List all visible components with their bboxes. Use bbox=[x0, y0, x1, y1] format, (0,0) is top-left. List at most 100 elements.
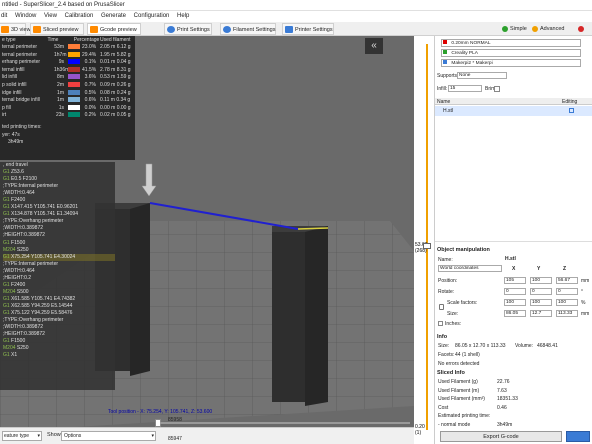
vertical-slider-track[interactable] bbox=[426, 44, 428, 430]
scale-x-input[interactable]: 100 bbox=[504, 299, 526, 306]
collapse-sidebar-icon[interactable]: « bbox=[365, 38, 383, 54]
edit-icon[interactable] bbox=[569, 108, 574, 113]
bottom-bar: eature type ▾ Show Options ▾ 85947 bbox=[0, 427, 414, 444]
size-z-input[interactable]: 113.33 bbox=[556, 310, 578, 317]
size-x-input[interactable]: 86.05 bbox=[504, 310, 526, 317]
show-label: Show bbox=[47, 432, 61, 438]
legend-color-swatch bbox=[68, 51, 80, 57]
position-y-input[interactable]: 100 bbox=[530, 277, 552, 284]
object-list-row[interactable]: H.stl bbox=[435, 106, 592, 116]
menu-calibration[interactable]: Calibration bbox=[65, 13, 94, 19]
gcode-line: ;TYPE:Internal perimeter bbox=[3, 261, 115, 268]
gcode-comment: ;WIDTH:0.389872 bbox=[3, 324, 44, 331]
send-to-printer-button[interactable] bbox=[566, 431, 590, 442]
print-preset-select[interactable]: 0.20mm NORMAL bbox=[441, 39, 581, 47]
filament-preset-select[interactable]: Creality PLA bbox=[441, 49, 581, 57]
legend-row[interactable]: p fill 1s 0.0% 0.00 m 0.00 g bbox=[0, 104, 135, 113]
tab-print-settings[interactable]: Print Settings bbox=[164, 23, 212, 35]
legend-feature-type: p solid infill bbox=[2, 81, 27, 88]
right-sidebar: 0.20mm NORMAL Creality PLA Makerpi2 * Ma… bbox=[434, 36, 592, 444]
cube-icon bbox=[1, 26, 9, 33]
gcode-comment: ;TYPE:Internal perimeter bbox=[3, 183, 59, 190]
chevron-down-icon: ▾ bbox=[37, 433, 40, 439]
legend-row[interactable]: lid infill 8m 3.6% 0.53 m 1.59 g bbox=[0, 74, 135, 82]
legend-row[interactable]: ternal infill 1h36m 41.5% 2.78 m 8.31 g bbox=[0, 66, 135, 75]
supports-select[interactable]: None bbox=[457, 72, 507, 79]
scale-unit: % bbox=[581, 300, 586, 306]
menu-view[interactable]: View bbox=[44, 13, 57, 19]
tab-label: Print Settings bbox=[177, 27, 210, 33]
gcode-args: X1 bbox=[9, 352, 18, 359]
tab-sliced-preview[interactable]: Sliced preview bbox=[30, 23, 84, 35]
horizontal-slider-track[interactable] bbox=[160, 422, 410, 424]
vertical-layer-slider[interactable]: 53.60 (268) 0.20 (1) bbox=[414, 36, 434, 444]
legend-row[interactable]: irt 23s 0.2% 0.02 m 0.05 g bbox=[0, 112, 135, 120]
tab-3d-view[interactable]: 3D view bbox=[0, 23, 31, 35]
legend-row[interactable]: ternal perimeter 53m 23.0% 2.05 m 6.12 g bbox=[0, 44, 135, 52]
menu-generate[interactable]: Generate bbox=[101, 13, 126, 19]
legend-header-time: Time bbox=[47, 37, 59, 43]
feature-type-dropdown[interactable]: eature type ▾ bbox=[2, 431, 42, 441]
menu-help[interactable]: Help bbox=[177, 13, 189, 19]
editing-column-header: Editing bbox=[562, 99, 578, 105]
legend-row[interactable]: erhang perimeter 9s 0.1% 0.01 m 0.04 g bbox=[0, 59, 135, 67]
legend-filament-weight: 0.00 g bbox=[116, 104, 131, 111]
chevron-down-icon: ▾ bbox=[151, 433, 154, 439]
gcode-args: X134.878 Y105.741 E1.34094 bbox=[9, 211, 78, 218]
sliced-info-value: 0.46 bbox=[497, 404, 507, 411]
gcode-args: F2400 bbox=[9, 197, 26, 204]
name-column-header: Name bbox=[437, 99, 451, 105]
mode-expert[interactable] bbox=[576, 23, 592, 35]
legend-filament: 0.02 m 0.05 g bbox=[100, 112, 131, 120]
sliced-info-value: 3h49m bbox=[497, 421, 513, 428]
menu-edit[interactable]: dit bbox=[1, 13, 7, 19]
position-x-input[interactable]: 105 bbox=[504, 277, 526, 284]
gcode-comment: ;WIDTH:0.464 bbox=[3, 267, 35, 274]
gcode-line: G1 X1 bbox=[3, 352, 115, 359]
size-y-input[interactable]: 12.7 bbox=[530, 310, 552, 317]
legend-row[interactable]: ternal perimeter 1h7m 29.4% 1.95 m 5.82 g bbox=[0, 51, 135, 60]
tab-gcode-preview[interactable]: Gcode preview bbox=[87, 23, 141, 35]
rotate-unit: ° bbox=[581, 289, 583, 295]
coordinates-select[interactable]: World coordinates bbox=[438, 265, 502, 272]
legend-color-swatch bbox=[68, 112, 80, 118]
menu-window[interactable]: Window bbox=[15, 13, 36, 19]
gcode-command: G1 bbox=[3, 295, 10, 302]
show-options-dropdown[interactable]: Options ▾ bbox=[61, 431, 156, 441]
rotate-z-input[interactable]: 0 bbox=[556, 288, 578, 295]
legend-row[interactable]: p solid infill 2m 0.7% 0.09 m 0.26 g bbox=[0, 81, 135, 90]
legend-filament-weight: 0.05 g bbox=[116, 112, 131, 119]
lock-icon[interactable] bbox=[439, 304, 444, 310]
brim-checkbox[interactable] bbox=[494, 86, 500, 92]
sliced-info-label: Used Filament (mm³) bbox=[438, 396, 485, 402]
tab-filament-settings[interactable]: Filament Settings bbox=[220, 23, 276, 35]
legend-row[interactable]: idge infill 1m 0.5% 0.08 m 0.24 g bbox=[0, 89, 135, 98]
tool-marker-arrow-icon bbox=[141, 163, 157, 197]
gcode-comment: ;HEIGHT:0.389872 bbox=[3, 232, 45, 239]
scale-z-input[interactable]: 100 bbox=[556, 299, 578, 306]
infill-select[interactable]: 15 bbox=[448, 85, 482, 92]
rotate-y-input[interactable]: 0 bbox=[530, 288, 552, 295]
rotate-x-input[interactable]: 0 bbox=[504, 288, 526, 295]
legend-header-filament: Used filament bbox=[100, 37, 131, 43]
menu-configuration[interactable]: Configuration bbox=[134, 13, 170, 19]
printer-preset-value: Makerpi2 * Makerpi bbox=[451, 61, 493, 66]
size-label: Size: bbox=[447, 311, 459, 317]
gcode-line: G1 X61.585 Y105.741 E4.74382 bbox=[3, 296, 115, 303]
mode-advanced[interactable]: Advanced bbox=[530, 23, 570, 35]
export-gcode-button[interactable]: Export G-code bbox=[440, 431, 562, 442]
legend-filament: 0.01 m 0.04 g bbox=[100, 59, 131, 67]
tab-printer-settings[interactable]: Printer Settings bbox=[282, 23, 334, 35]
scale-y-input[interactable]: 100 bbox=[530, 299, 552, 306]
gcode-command: G1 bbox=[3, 281, 10, 288]
mode-simple[interactable]: Simple bbox=[500, 23, 530, 35]
mode-label: Simple bbox=[510, 26, 527, 32]
printer-preset-select[interactable]: Makerpi2 * Makerpi bbox=[441, 59, 581, 67]
legend-row[interactable]: ternal bridge infill 1m 0.6% 0.11 m 0.34 g bbox=[0, 97, 135, 105]
gcode-line: ;TYPE:Overhang perimeter bbox=[3, 317, 115, 324]
vertical-slider-top-thumb[interactable] bbox=[423, 243, 431, 249]
position-z-input[interactable]: 56.67 bbox=[556, 277, 578, 284]
legend-color-swatch bbox=[68, 89, 80, 95]
legend-filament-length: 1.95 m bbox=[100, 51, 116, 58]
inches-checkbox[interactable] bbox=[438, 321, 443, 326]
